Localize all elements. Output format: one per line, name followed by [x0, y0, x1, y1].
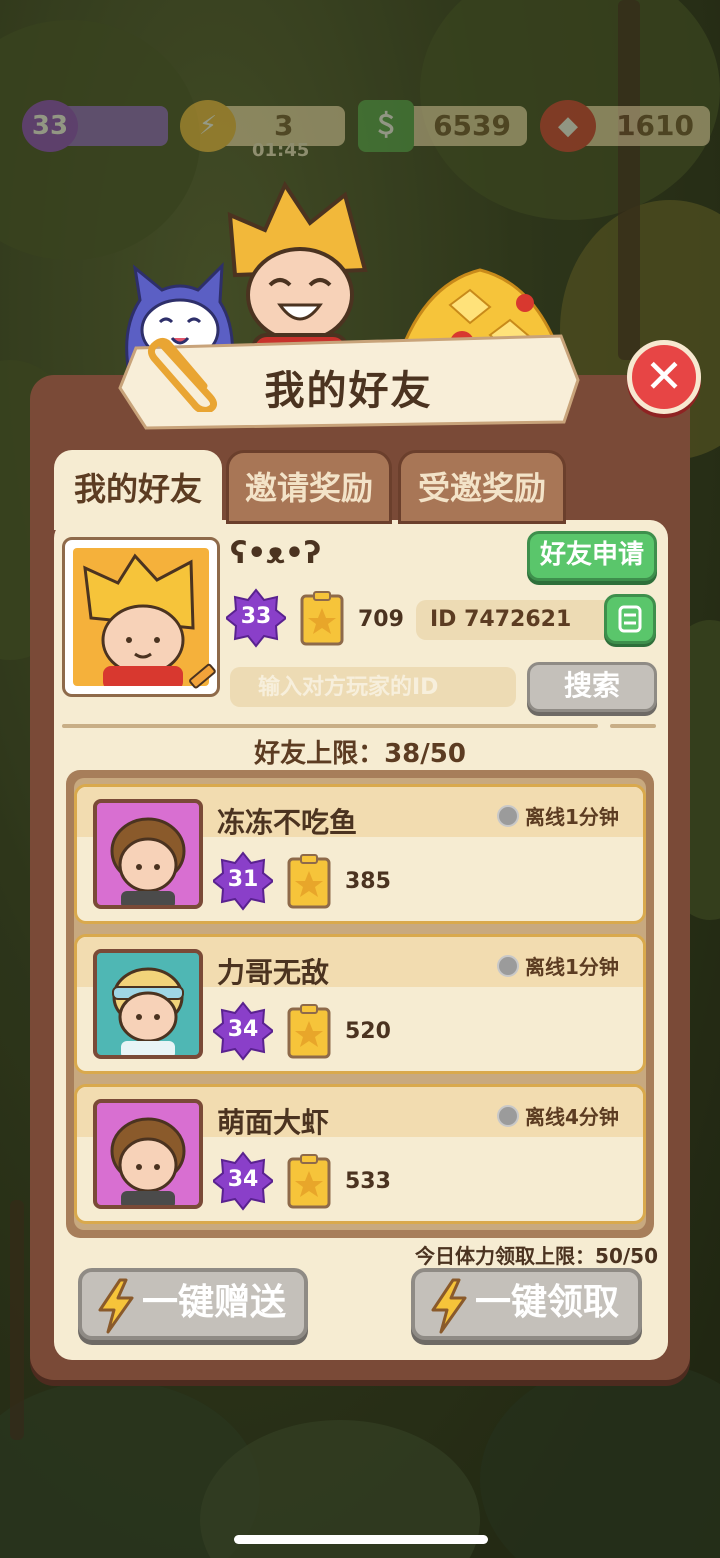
tab-invite-rewards[interactable]: 邀请奖励 — [226, 450, 392, 524]
star-card-icon — [287, 854, 331, 909]
friend-name: 冻冻不吃鱼 — [217, 806, 358, 839]
friend-card[interactable]: 萌面大虾 离线4分钟 34 533 — [74, 1084, 646, 1224]
boy-portrait-icon — [112, 967, 184, 1055]
divider — [610, 724, 656, 728]
paperclip-icon — [147, 337, 217, 412]
friend-level-badge: 34 — [211, 1151, 275, 1211]
friend-status-text: 离线4分钟 — [525, 1105, 619, 1129]
friend-status-text: 离线1分钟 — [525, 955, 619, 979]
star-card-icon — [287, 1154, 331, 1209]
friend-level-badge: 34 — [211, 1001, 275, 1061]
cash-icon[interactable]: ＄ — [358, 100, 414, 152]
friend-status: 离线1分钟 — [497, 951, 619, 980]
send-all-label: 一键赠送 — [142, 1282, 287, 1323]
ruby-icon[interactable]: ◆ — [540, 100, 596, 152]
player-level-badge: 33 — [224, 588, 288, 648]
lightning-icon — [431, 1278, 467, 1334]
friend-avatar[interactable] — [93, 799, 203, 909]
friend-level-value: 31 — [227, 867, 259, 892]
player-id-search-input[interactable] — [230, 667, 516, 707]
cash-value: 6539 — [433, 109, 511, 142]
offline-dot-icon — [497, 805, 519, 827]
player-name: ʕ•ᴥ•ʔ — [230, 536, 322, 571]
friend-level-value: 34 — [227, 1167, 259, 1192]
claim-all-label: 一键领取 — [475, 1282, 620, 1323]
friend-status: 离线1分钟 — [497, 801, 619, 830]
friend-avatar[interactable] — [93, 949, 203, 1059]
friend-status-text: 离线1分钟 — [525, 805, 619, 829]
friend-card[interactable]: 力哥无敌 离线1分钟 34 520 — [74, 934, 646, 1074]
friend-level-badge: 31 — [211, 851, 275, 911]
player-avatar[interactable] — [62, 537, 220, 697]
friend-request-button[interactable]: 好友申请 — [527, 531, 657, 581]
player-id: ID 7472621 — [416, 600, 616, 640]
lightning-icon — [98, 1278, 134, 1334]
friend-stars-value: 520 — [345, 1019, 391, 1044]
girl-portrait-icon — [110, 817, 186, 905]
player-level-value: 33 — [240, 604, 272, 629]
friend-card[interactable]: 冻冻不吃鱼 离线1分钟 31 385 — [74, 784, 646, 924]
lightning-icon[interactable]: ⚡ — [180, 100, 236, 152]
friend-avatar[interactable] — [93, 1099, 203, 1209]
offline-dot-icon — [497, 955, 519, 977]
friend-list-scroll[interactable]: 冻冻不吃鱼 离线1分钟 31 385 力哥无敌 离线1分钟 34 520 萌面大… — [74, 778, 646, 1230]
friend-status: 离线4分钟 — [497, 1101, 619, 1130]
friend-stars-value: 385 — [345, 869, 391, 894]
copy-id-button[interactable] — [604, 594, 656, 644]
energy-timer: 01:45 — [252, 140, 310, 161]
friend-limit-text: 好友上限：38/50 — [254, 739, 466, 769]
star-card-icon — [300, 591, 344, 646]
edit-pencil-icon[interactable] — [183, 658, 219, 694]
home-indicator[interactable] — [234, 1535, 488, 1544]
tab-my-friends[interactable]: 我的好友 — [54, 450, 222, 530]
friend-stars-value: 533 — [345, 1169, 391, 1194]
close-button[interactable]: ✕ — [627, 340, 701, 414]
copy-icon — [618, 605, 642, 633]
stamina-quota-text: 今日体力领取上限：50/50 — [415, 1244, 658, 1268]
send-all-button[interactable]: 一键赠送 — [78, 1268, 308, 1340]
friend-list[interactable]: 冻冻不吃鱼 离线1分钟 31 385 力哥无敌 离线1分钟 34 520 萌面大… — [66, 770, 654, 1238]
star-card-icon — [287, 1004, 331, 1059]
resource-bar: 33 3 ⚡ 01:45 6539 ＄ 1610 ◆ — [0, 100, 720, 161]
friend-level-value: 34 — [227, 1017, 259, 1042]
level-badge-icon: 33 — [22, 100, 78, 152]
player-stars-value: 709 — [358, 607, 404, 632]
gem-value: 1610 — [616, 109, 694, 142]
friend-name: 力哥无敌 — [217, 956, 330, 989]
offline-dot-icon — [497, 1105, 519, 1127]
tab-invited-rewards[interactable]: 受邀奖励 — [398, 450, 566, 524]
friend-name: 萌面大虾 — [217, 1106, 330, 1139]
claim-all-button[interactable]: 一键领取 — [411, 1268, 642, 1340]
search-button[interactable]: 搜索 — [527, 662, 657, 712]
divider — [62, 724, 598, 728]
girl-portrait-icon — [110, 1117, 186, 1205]
